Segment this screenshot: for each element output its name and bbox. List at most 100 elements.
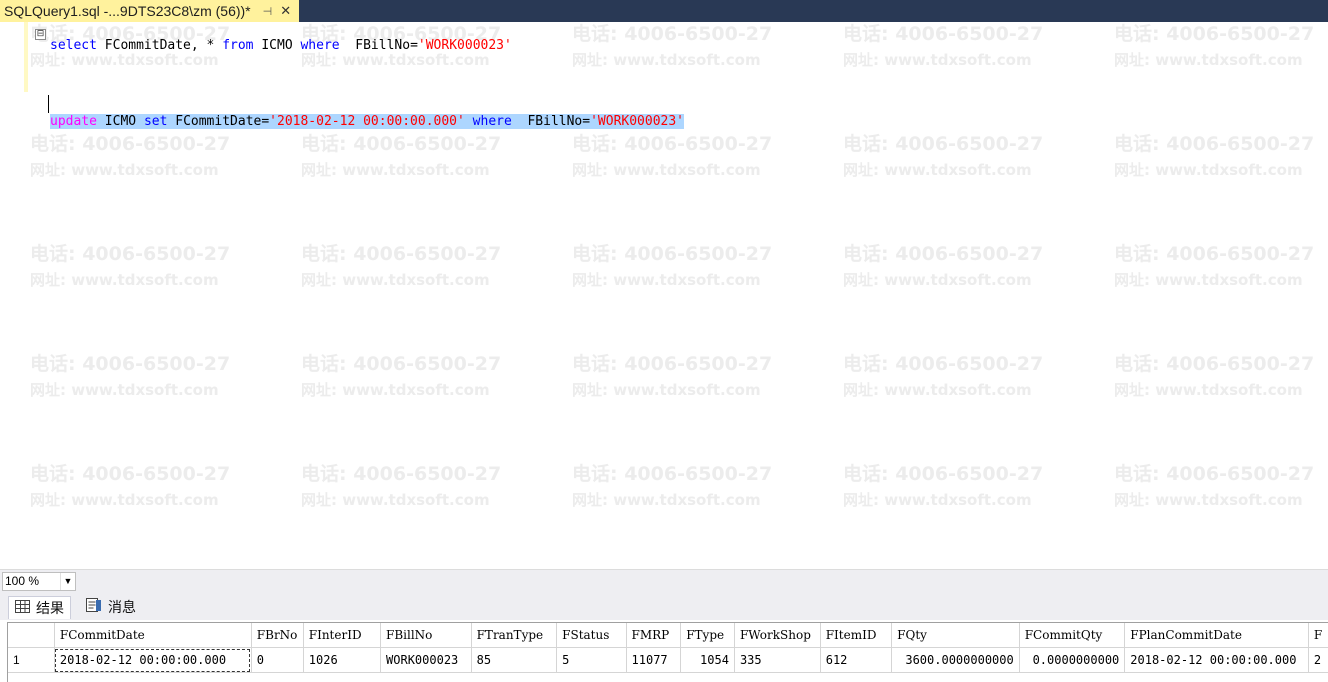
watermark-phone: 电话: 4006-6500-27 <box>843 133 1044 155</box>
keyword: update <box>50 114 97 129</box>
watermark-phone: 电话: 4006-6500-27 <box>301 463 502 485</box>
watermark-site: 网址: www.tdxsoft.com <box>572 491 761 509</box>
watermark-phone: 电话: 4006-6500-27 <box>572 463 773 485</box>
watermark-phone: 电话: 4006-6500-27 <box>30 133 231 155</box>
column-header[interactable]: FCommitDate <box>54 623 252 648</box>
table-cell[interactable]: 335 <box>734 647 821 673</box>
keyword: set <box>143 114 168 129</box>
watermark-phone: 电话: 4006-6500-27 <box>1114 463 1315 485</box>
string-literal: '2018-02-12 00:00:00.000' <box>269 114 465 129</box>
column-header[interactable]: FItemID <box>820 623 893 648</box>
code-text: FBillNo= <box>339 38 418 53</box>
string-literal: 'WORK000023' <box>590 114 685 129</box>
row-number[interactable]: 1 <box>8 647 55 673</box>
watermark-phone: 电话: 4006-6500-27 <box>843 463 1044 485</box>
zoom-value: 100 % <box>5 574 40 588</box>
watermark-phone: 电话: 4006-6500-27 <box>301 243 502 265</box>
table-cell[interactable]: 2018-02-12 00:00:00.000 <box>1124 647 1309 673</box>
watermark-site: 网址: www.tdxsoft.com <box>572 381 761 399</box>
column-header[interactable]: FBillNo <box>380 623 472 648</box>
column-header[interactable]: FCommitQty <box>1019 623 1126 648</box>
code-line-2[interactable]: update ICMO set FCommitDate='2018-02-12 … <box>50 113 1328 131</box>
column-header[interactable]: FBrNo <box>251 623 304 648</box>
document-tab[interactable]: SQLQuery1.sql -...9DTS23C8\zm (56))* ⊣ ✕ <box>0 0 300 22</box>
table-cell[interactable]: 11077 <box>626 647 682 673</box>
watermark-site: 网址: www.tdxsoft.com <box>30 491 219 509</box>
watermark-site: 网址: www.tdxsoft.com <box>30 381 219 399</box>
watermark-phone: 电话: 4006-6500-27 <box>572 243 773 265</box>
row-header-corner[interactable] <box>8 623 55 648</box>
column-header[interactable]: FInterID <box>303 623 382 648</box>
watermark-phone: 电话: 4006-6500-27 <box>843 243 1044 265</box>
column-header[interactable]: FStatus <box>556 623 627 648</box>
selection: update ICMO set FCommitDate='2018-02-12 … <box>50 114 685 129</box>
watermark-site: 网址: www.tdxsoft.com <box>301 381 490 399</box>
code-text: ICMO <box>96 114 144 129</box>
keyword: select <box>50 38 97 53</box>
column-header[interactable]: FMRP <box>626 623 682 648</box>
table-cell[interactable]: 612 <box>820 647 893 673</box>
results-grid[interactable]: FCommitDate FBrNo FInterID FBillNo FTranType… <box>7 622 1328 682</box>
tab-messages[interactable]: 消息 <box>86 596 136 618</box>
table-cell[interactable]: 2 <box>1308 647 1328 673</box>
column-header[interactable]: FTranType <box>471 623 558 648</box>
table-cell[interactable]: 1026 <box>303 647 382 673</box>
table-cell[interactable]: 0 <box>251 647 304 673</box>
watermark-phone: 电话: 4006-6500-27 <box>572 353 773 375</box>
watermark-site: 网址: www.tdxsoft.com <box>301 161 490 179</box>
watermark-site: 网址: www.tdxsoft.com <box>572 161 761 179</box>
watermark-site: 网址: www.tdxsoft.com <box>301 491 490 509</box>
column-header[interactable]: F <box>1308 623 1328 648</box>
tab-results[interactable]: 结果 <box>8 596 71 619</box>
close-icon[interactable]: ✕ <box>280 3 291 19</box>
table-header: FCommitDate FBrNo FInterID FBillNo FTranType… <box>8 623 1328 648</box>
table-cell[interactable]: 3600.0000000000 <box>891 647 1020 673</box>
watermark-phone: 电话: 4006-6500-27 <box>572 133 773 155</box>
keyword: from <box>222 38 254 53</box>
watermark-phone: 电话: 4006-6500-27 <box>1114 133 1315 155</box>
watermark-phone: 电话: 4006-6500-27 <box>301 353 502 375</box>
zoom-bar: 100 % ▼ <box>0 569 1328 592</box>
string-literal: 'WORK000023' <box>417 38 512 53</box>
column-header[interactable]: FType <box>680 623 735 648</box>
zoom-select[interactable]: 100 % ▼ <box>2 572 76 591</box>
watermark-phone: 电话: 4006-6500-27 <box>30 463 231 485</box>
watermark-site: 网址: www.tdxsoft.com <box>30 161 219 179</box>
document-tab-label: SQLQuery1.sql -...9DTS23C8\zm (56))* <box>4 3 251 19</box>
keyword: where <box>300 38 340 53</box>
table-cell[interactable]: 85 <box>471 647 558 673</box>
chevron-down-icon[interactable]: ▼ <box>60 573 75 590</box>
watermark-site: 网址: www.tdxsoft.com <box>1114 271 1303 289</box>
watermark-site: 网址: www.tdxsoft.com <box>843 381 1032 399</box>
code-text: ICMO <box>253 38 301 53</box>
watermark-phone: 电话: 4006-6500-27 <box>301 133 502 155</box>
tab-messages-label: 消息 <box>108 600 136 616</box>
column-header[interactable]: FQty <box>891 623 1020 648</box>
column-header[interactable]: FPlanCommitDate <box>1124 623 1309 648</box>
watermark-site: 网址: www.tdxsoft.com <box>843 271 1032 289</box>
watermark-site: 网址: www.tdxsoft.com <box>301 271 490 289</box>
grid-icon <box>15 599 30 617</box>
tab-results-label: 结果 <box>36 601 64 617</box>
watermark-phone: 电话: 4006-6500-27 <box>843 353 1044 375</box>
query-editor[interactable]: 电话: 4006-6500-27 网址: www.tdxsoft.com 电话: 4… <box>0 22 1328 568</box>
results-tab-bar: 结果 消息 <box>0 592 1328 620</box>
code-text: FBillNo= <box>511 114 591 129</box>
watermark-site: 网址: www.tdxsoft.com <box>1114 491 1303 509</box>
pin-icon[interactable]: ⊣ <box>263 5 273 18</box>
results-table: FCommitDate FBrNo FInterID FBillNo FTranType… <box>8 623 1328 673</box>
code-line-1[interactable]: select FCommitDate, * from ICMO where FB… <box>50 37 1328 55</box>
table-cell[interactable]: 1054 <box>680 647 735 673</box>
table-row[interactable]: 1 2018-02-12 00:00:00.000 0 1026 WORK000023 8… <box>8 647 1328 673</box>
table-cell[interactable]: 0.0000000000 <box>1019 647 1126 673</box>
watermark-phone: 电话: 4006-6500-27 <box>1114 353 1315 375</box>
table-cell[interactable]: 2018-02-12 00:00:00.000 <box>54 647 252 673</box>
watermark-site: 网址: www.tdxsoft.com <box>843 491 1032 509</box>
collapse-icon[interactable]: ⊟ <box>35 29 46 40</box>
column-header[interactable]: FWorkShop <box>734 623 821 648</box>
message-icon <box>86 598 102 616</box>
table-cell[interactable]: WORK000023 <box>380 647 472 673</box>
table-cell[interactable]: 5 <box>556 647 627 673</box>
keyword: where <box>472 114 512 129</box>
